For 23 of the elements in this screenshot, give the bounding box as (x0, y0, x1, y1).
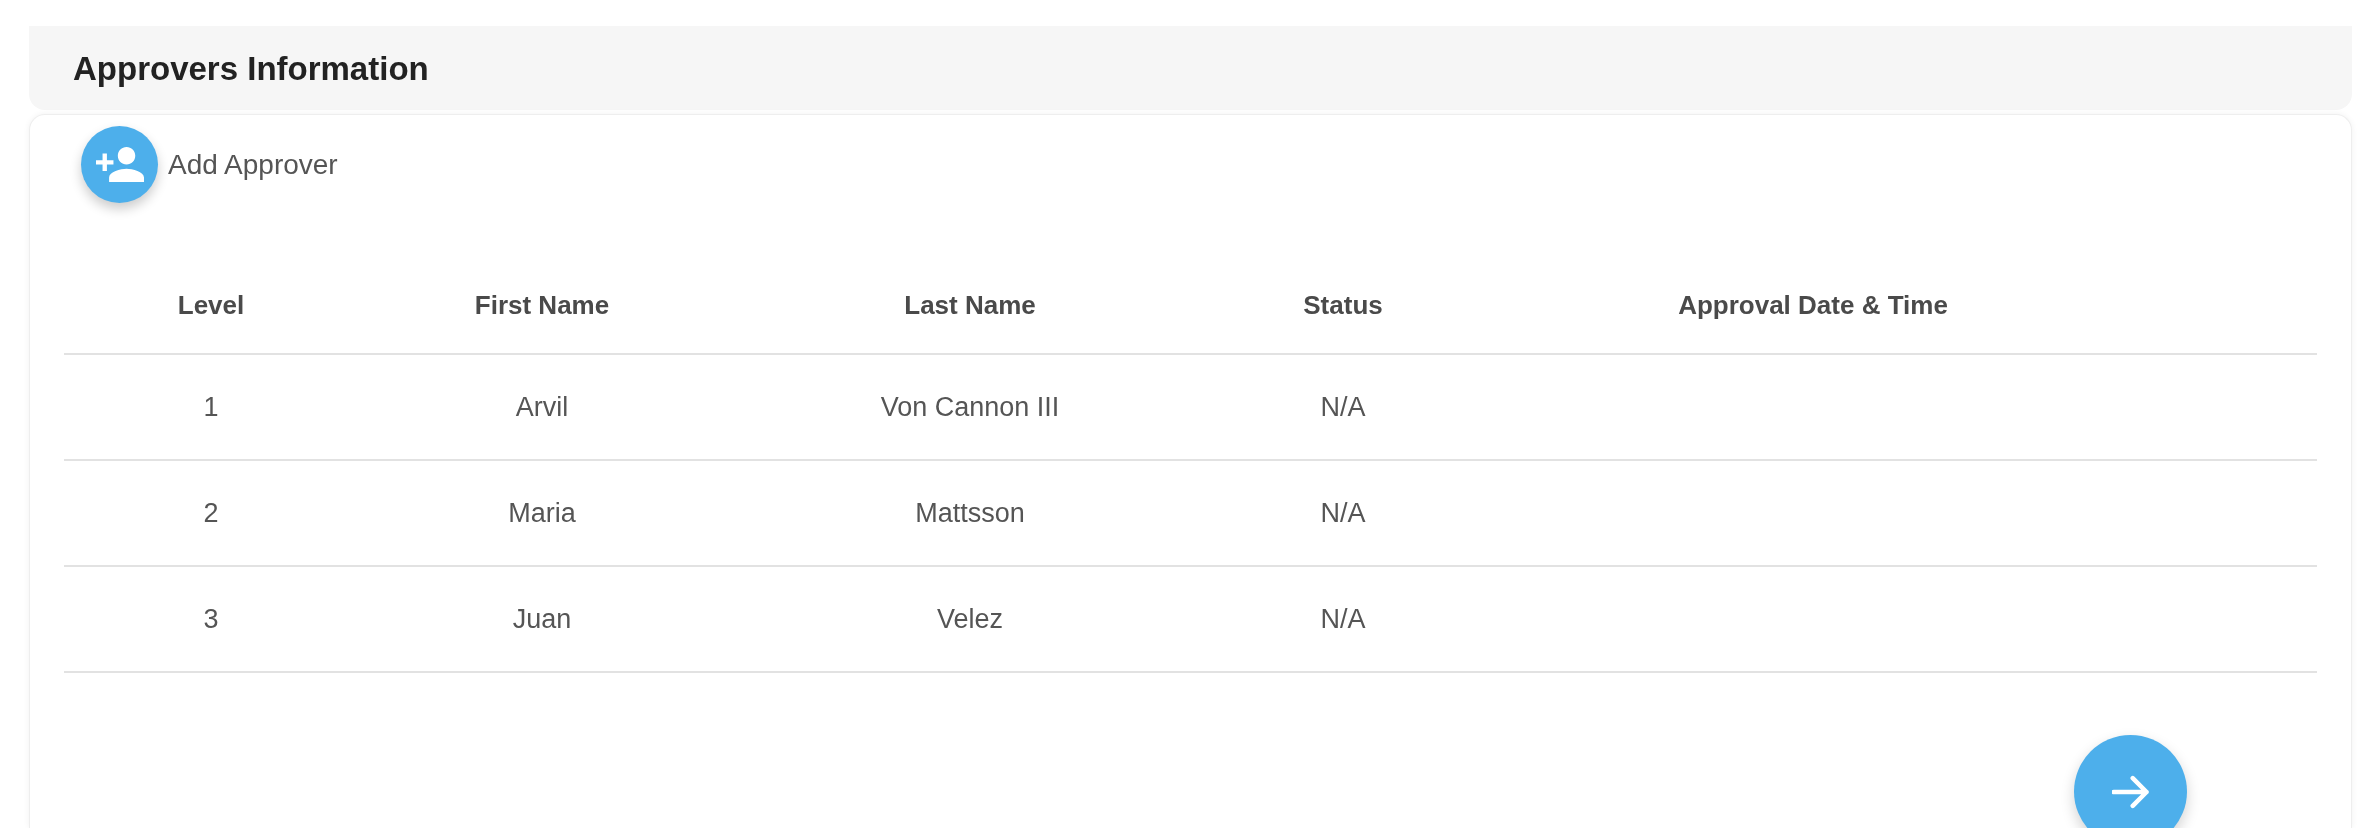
column-header: Level (177, 292, 245, 318)
section-title: Approvers Information (73, 51, 429, 85)
table-cell: 3 (203, 605, 219, 633)
column-header: First Name (474, 292, 610, 318)
table-cell: N/A (1320, 393, 1366, 421)
add-approver-label[interactable]: Add Approver (168, 150, 338, 179)
column-header: Approval Date & Time (1678, 292, 1948, 318)
table-cell: 2 (203, 499, 219, 527)
table-cell: Mattsson (915, 499, 1025, 527)
table-cell: Von Cannon III (880, 393, 1060, 421)
add-approver-button[interactable] (81, 126, 158, 203)
table-cell: Velez (936, 605, 1004, 633)
table-cell: 1 (203, 393, 219, 421)
person-add-icon (95, 147, 144, 182)
column-header: Status (1303, 292, 1383, 318)
table-cell: Juan (512, 605, 572, 633)
table-cell: N/A (1320, 499, 1366, 527)
table-cell: N/A (1320, 605, 1366, 633)
table-cell: Arvil (515, 393, 569, 421)
arrow-right-icon (2111, 774, 2150, 809)
column-header: Last Name (904, 292, 1036, 318)
next-button[interactable] (2074, 735, 2187, 828)
table-cell: Maria (508, 499, 576, 527)
